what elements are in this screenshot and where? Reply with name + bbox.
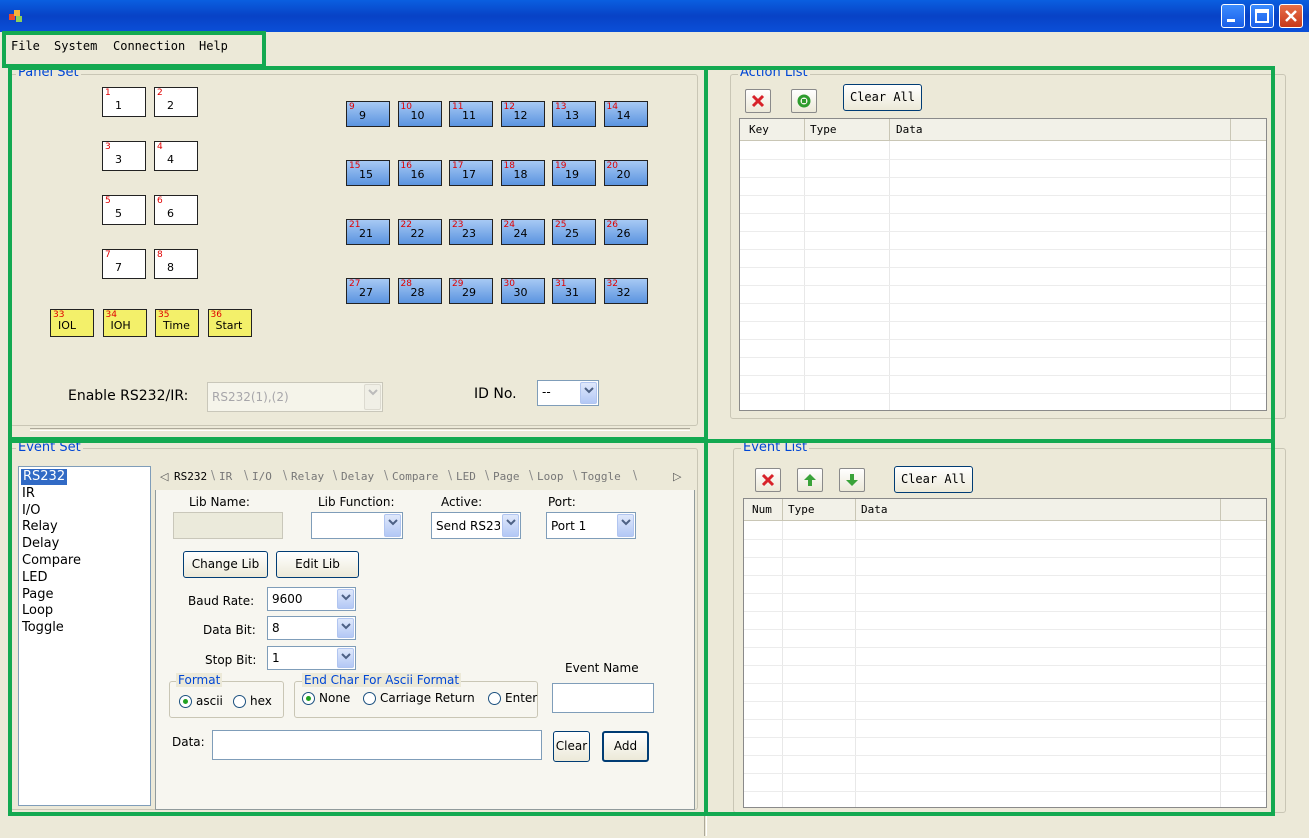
annotation-panel-set-box [8,66,708,441]
close-button[interactable] [1279,4,1303,28]
maximize-button[interactable] [1250,4,1274,28]
maximize-icon [1255,9,1269,23]
annotation-event-list-box [704,439,1275,816]
title-bar [0,0,1309,32]
annotation-event-set-box [8,439,708,816]
annotation-menu-box [2,31,266,68]
app-icon [9,10,22,22]
close-icon [1285,10,1297,22]
annotation-action-list-box [704,66,1275,443]
minimize-button[interactable] [1221,4,1245,28]
minimize-icon [1227,19,1235,22]
